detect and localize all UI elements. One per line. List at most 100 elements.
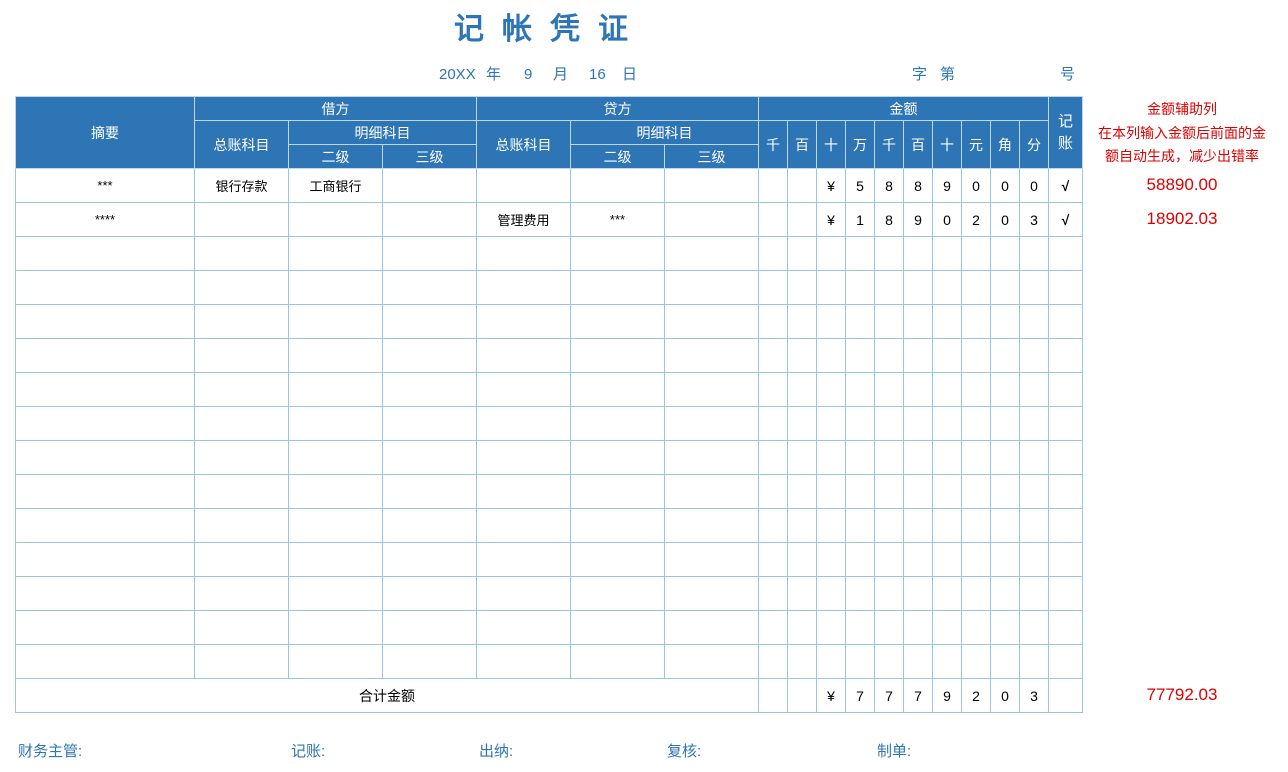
cell-amount-digit[interactable]	[961, 236, 991, 271]
cell-amount-digit[interactable]: 0	[1019, 168, 1049, 203]
cell-credit-level3[interactable]	[664, 576, 759, 611]
cell-credit-level3[interactable]	[664, 236, 759, 271]
cell-debit-level3[interactable]	[382, 236, 477, 271]
cell-amount-digit[interactable]	[932, 542, 962, 577]
cell-credit-level3[interactable]	[664, 440, 759, 475]
cell-credit-level2[interactable]	[570, 406, 665, 441]
cell-amount-digit[interactable]	[845, 440, 875, 475]
cell-debit-level2[interactable]	[288, 576, 383, 611]
cell-amount-digit[interactable]	[961, 576, 991, 611]
cell-amount-digit[interactable]	[787, 440, 817, 475]
cell-amount-digit[interactable]	[1019, 576, 1049, 611]
cell-amount-digit[interactable]: 0	[990, 202, 1020, 237]
cell-amount-digit[interactable]: 5	[845, 168, 875, 203]
cell-summary[interactable]	[15, 508, 195, 543]
cell-amount-digit[interactable]	[816, 508, 846, 543]
cell-credit-general[interactable]	[476, 508, 571, 543]
cell-amount-digit[interactable]	[758, 542, 788, 577]
cell-amount-digit[interactable]	[816, 542, 846, 577]
cell-credit-level2[interactable]	[570, 338, 665, 373]
cell-amount-digit[interactable]	[1019, 236, 1049, 271]
cell-summary[interactable]	[15, 406, 195, 441]
cell-debit-general[interactable]	[194, 236, 289, 271]
cell-amount-digit[interactable]	[816, 610, 846, 645]
cell-amount-digit[interactable]	[874, 304, 904, 339]
cell-credit-general[interactable]	[476, 440, 571, 475]
cell-credit-level3[interactable]	[664, 270, 759, 305]
cell-credit-level2[interactable]	[570, 474, 665, 509]
cell-posted-mark[interactable]	[1048, 610, 1083, 645]
cell-amount-digit[interactable]	[932, 440, 962, 475]
cell-amount-digit[interactable]	[787, 644, 817, 679]
cell-debit-level2[interactable]	[288, 406, 383, 441]
cell-amount-digit[interactable]	[758, 508, 788, 543]
cell-amount-digit[interactable]	[787, 474, 817, 509]
cell-debit-level2[interactable]	[288, 508, 383, 543]
cell-amount-digit[interactable]	[1019, 406, 1049, 441]
cell-debit-level2[interactable]	[288, 372, 383, 407]
cell-amount-digit[interactable]	[758, 338, 788, 373]
cell-amount-digit[interactable]: ¥	[816, 168, 846, 203]
cell-summary[interactable]	[15, 542, 195, 577]
cell-amount-digit[interactable]	[903, 440, 933, 475]
cell-posted-mark[interactable]: √	[1048, 168, 1083, 203]
cell-credit-general[interactable]	[476, 474, 571, 509]
cell-amount-digit[interactable]	[990, 474, 1020, 509]
cell-amount-digit[interactable]	[787, 338, 817, 373]
cell-credit-level3[interactable]	[664, 610, 759, 645]
cell-credit-general[interactable]	[476, 406, 571, 441]
cell-amount-digit[interactable]	[990, 338, 1020, 373]
cell-amount-digit[interactable]	[961, 474, 991, 509]
cell-amount-digit[interactable]	[845, 474, 875, 509]
cell-amount-digit[interactable]	[816, 474, 846, 509]
cell-debit-general[interactable]	[194, 576, 289, 611]
cell-amount-digit[interactable]	[990, 236, 1020, 271]
cell-amount-digit[interactable]: 3	[1019, 202, 1049, 237]
cell-amount-digit[interactable]	[903, 610, 933, 645]
cell-amount-digit[interactable]	[816, 644, 846, 679]
cell-debit-level2[interactable]	[288, 338, 383, 373]
cell-debit-general[interactable]	[194, 542, 289, 577]
cell-amount-digit[interactable]	[903, 304, 933, 339]
cell-amount-digit[interactable]	[816, 338, 846, 373]
cell-credit-level3[interactable]	[664, 474, 759, 509]
cell-debit-general[interactable]	[194, 372, 289, 407]
cell-debit-general[interactable]	[194, 202, 289, 237]
cell-amount-digit[interactable]	[961, 440, 991, 475]
cell-summary[interactable]	[15, 610, 195, 645]
cell-amount-digit[interactable]	[932, 236, 962, 271]
cell-amount-digit[interactable]	[787, 372, 817, 407]
cell-amount-digit[interactable]	[758, 576, 788, 611]
cell-amount-digit[interactable]	[845, 542, 875, 577]
cell-credit-level2[interactable]	[570, 236, 665, 271]
cell-amount-digit[interactable]	[990, 542, 1020, 577]
cell-amount-digit[interactable]	[845, 338, 875, 373]
cell-amount-digit[interactable]	[932, 372, 962, 407]
cell-amount-digit[interactable]	[903, 576, 933, 611]
cell-debit-general[interactable]	[194, 474, 289, 509]
cell-amount-digit[interactable]	[932, 406, 962, 441]
cell-credit-level3[interactable]	[664, 372, 759, 407]
cell-amount-digit[interactable]	[787, 304, 817, 339]
cell-amount-digit[interactable]	[903, 542, 933, 577]
cell-amount-digit[interactable]	[758, 168, 788, 203]
cell-debit-general[interactable]	[194, 508, 289, 543]
cell-amount-digit[interactable]	[961, 372, 991, 407]
cell-debit-general[interactable]: 银行存款	[194, 168, 289, 203]
cell-summary[interactable]	[15, 474, 195, 509]
cell-amount-digit[interactable]	[787, 406, 817, 441]
cell-credit-level3[interactable]	[664, 202, 759, 237]
cell-debit-general[interactable]	[194, 270, 289, 305]
cell-credit-level2[interactable]	[570, 576, 665, 611]
cell-credit-level3[interactable]	[664, 406, 759, 441]
cell-amount-digit[interactable]	[903, 474, 933, 509]
cell-credit-level3[interactable]	[664, 542, 759, 577]
cell-amount-digit[interactable]	[932, 474, 962, 509]
cell-amount-digit[interactable]	[990, 406, 1020, 441]
cell-amount-digit[interactable]	[758, 474, 788, 509]
cell-debit-general[interactable]	[194, 440, 289, 475]
cell-posted-mark[interactable]	[1048, 440, 1083, 475]
cell-amount-digit[interactable]	[1019, 270, 1049, 305]
cell-credit-general[interactable]	[476, 338, 571, 373]
cell-summary[interactable]	[15, 372, 195, 407]
